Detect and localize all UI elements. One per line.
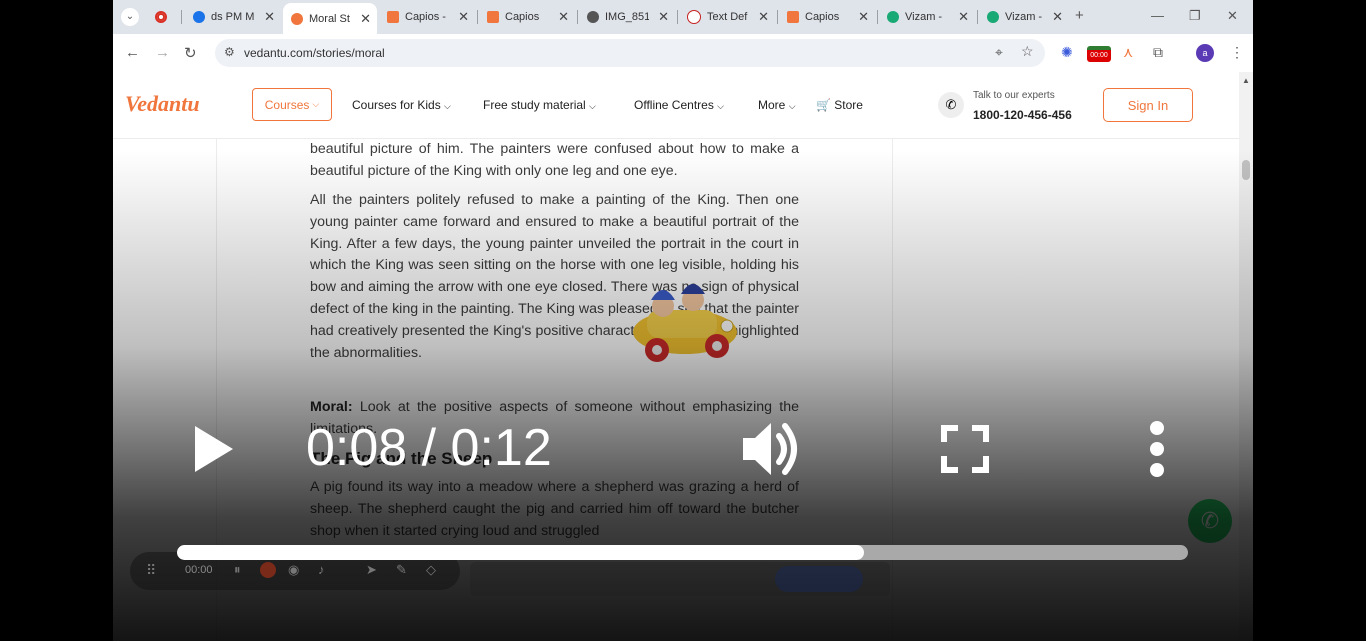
tab-7[interactable]: Capios ✕	[779, 4, 875, 30]
page-scrollbar[interactable]: ▲	[1239, 72, 1253, 641]
tab-active-moral-stories[interactable]: Moral St ✕	[283, 3, 377, 34]
recorder-elapsed-time: 00:00	[185, 564, 213, 576]
moral-label: Moral:	[310, 399, 353, 415]
eraser-icon[interactable]: ◇	[426, 562, 436, 578]
scroll-up-arrow-icon[interactable]: ▲	[1242, 76, 1250, 85]
forward-arrow-icon[interactable]: →	[155, 44, 170, 61]
tab-4[interactable]: Capios ✕	[479, 4, 575, 30]
site-header: Vedantu Courses ⌵ Courses for Kids ⌵ Fre…	[113, 72, 1239, 139]
chevron-down-icon: ⌵	[589, 101, 596, 111]
close-icon[interactable]: ✕	[1052, 9, 1063, 25]
stop-record-icon[interactable]	[260, 562, 276, 578]
extensions-puzzle-icon[interactable]: ⧉	[1153, 44, 1163, 61]
site-info-icon[interactable]: ⚙	[224, 45, 235, 59]
drag-handle-icon[interactable]: ⠿	[146, 562, 156, 579]
tab-favicon-icon	[387, 11, 399, 23]
tab-favicon-icon	[987, 11, 999, 23]
tab-8[interactable]: Vizam - ✕	[879, 4, 975, 30]
chevron-down-icon: ⌵	[788, 101, 796, 111]
recorder-extension-icon[interactable]: 00:00	[1087, 46, 1111, 62]
close-icon[interactable]: ✕	[958, 9, 969, 25]
tab-favicon-icon	[487, 11, 499, 23]
talk-to-experts-label: Talk to our experts	[973, 90, 1055, 101]
tab-5[interactable]: IMG_851 ✕	[579, 4, 675, 30]
profile-avatar[interactable]: a	[1196, 44, 1214, 62]
nav-more[interactable]: More ⌵	[758, 98, 796, 112]
close-icon[interactable]: ✕	[360, 11, 371, 27]
tab-search-chevron-icon[interactable]: ⌄	[121, 8, 139, 26]
tab-9[interactable]: Vizam - ✕	[979, 4, 1069, 30]
bookmark-star-icon[interactable]: ☆	[1021, 43, 1034, 60]
minimize-icon[interactable]: —	[1151, 8, 1164, 23]
new-tab-icon[interactable]: +	[1075, 7, 1084, 24]
scrollbar-thumb[interactable]	[1242, 160, 1250, 180]
close-icon[interactable]: ✕	[858, 9, 869, 25]
tab-recorder[interactable]	[147, 4, 181, 30]
tab-strip: ⌄ ds PM M ✕ Moral St ✕ Capios - ✕ Capios…	[113, 0, 1253, 34]
close-icon[interactable]: ✕	[658, 9, 669, 25]
cartoon-car-image	[625, 270, 745, 370]
close-window-icon[interactable]: ✕	[1227, 8, 1238, 24]
chevron-down-icon: ⌵	[717, 101, 724, 111]
browser-toolbar: ← → ↻ ⚙ vedantu.com/stories/moral ⌖ ☆ ✺ …	[113, 34, 1253, 73]
tab-6[interactable]: Text Def ✕	[679, 4, 775, 30]
close-icon[interactable]: ✕	[264, 9, 275, 25]
cart-icon: 🛒	[816, 98, 831, 112]
stop-sharing-button[interactable]	[775, 566, 863, 592]
globe-icon	[587, 11, 599, 23]
chevron-down-icon: ⌵	[312, 99, 320, 109]
volume-icon[interactable]	[741, 418, 805, 485]
restore-icon[interactable]: ❐	[1189, 8, 1201, 24]
back-arrow-icon[interactable]: ←	[125, 44, 140, 61]
whatsapp-icon[interactable]: ✆	[1188, 499, 1232, 543]
camera-icon[interactable]: ◉	[288, 562, 299, 578]
vedantu-favicon-icon	[291, 12, 303, 25]
video-progress-fill	[177, 545, 865, 560]
browser-menu-icon[interactable]: ⋮	[1230, 44, 1244, 61]
article-paragraph: beautiful picture of him. The painters w…	[310, 141, 799, 179]
record-icon	[155, 11, 167, 23]
sharing-notification-bar	[470, 562, 890, 596]
chevron-down-icon: ⌵	[444, 101, 451, 111]
nav-courses-for-kids[interactable]: Courses for Kids ⌵	[352, 98, 451, 112]
tab-favicon-icon	[887, 11, 899, 23]
phone-icon: ✆	[938, 92, 964, 118]
vedantu-logo[interactable]: Vedantu	[125, 91, 200, 117]
microphone-icon[interactable]: ♪	[318, 562, 325, 577]
capios-extension-icon[interactable]: ⋏	[1123, 44, 1133, 61]
fullscreen-icon[interactable]	[941, 425, 989, 478]
pointer-icon[interactable]: ➤	[366, 562, 377, 578]
close-icon[interactable]: ✕	[458, 9, 469, 25]
more-options-icon[interactable]	[1147, 420, 1167, 483]
courses-dropdown-button[interactable]: Courses ⌵	[252, 88, 332, 121]
article-paragraph: A pig found its way into a meadow where …	[310, 479, 799, 539]
play-icon[interactable]	[193, 424, 235, 479]
close-icon[interactable]: ✕	[758, 9, 769, 25]
reload-icon[interactable]: ↻	[184, 44, 197, 62]
video-time-readout: 0:08 / 0:12	[306, 419, 552, 477]
tab-1[interactable]: ds PM M ✕	[185, 4, 281, 30]
pen-icon[interactable]: ✎	[396, 562, 407, 578]
extension-gear-icon[interactable]: ✺	[1061, 44, 1073, 61]
tab-favicon-icon	[687, 10, 701, 24]
nav-free-study-material[interactable]: Free study material ⌵	[483, 98, 596, 112]
nav-offline-centres[interactable]: Offline Centres ⌵	[634, 98, 724, 112]
video-progress-bar[interactable]	[177, 545, 1188, 560]
pause-icon[interactable]: ⏸	[234, 562, 241, 578]
address-bar[interactable]: ⚙ vedantu.com/stories/moral ⌖ ☆	[215, 39, 1045, 67]
sign-in-button[interactable]: Sign In	[1103, 88, 1193, 122]
location-pin-icon[interactable]: ⌖	[995, 44, 1003, 61]
nav-store[interactable]: 🛒 Store	[816, 98, 863, 112]
close-icon[interactable]: ✕	[558, 9, 569, 25]
tab-favicon-icon	[193, 11, 205, 23]
url-text[interactable]: vedantu.com/stories/moral	[244, 46, 385, 60]
phone-number[interactable]: 1800-120-456-456	[973, 108, 1072, 122]
tab-favicon-icon	[787, 11, 799, 23]
tab-3[interactable]: Capios - ✕	[379, 4, 475, 30]
